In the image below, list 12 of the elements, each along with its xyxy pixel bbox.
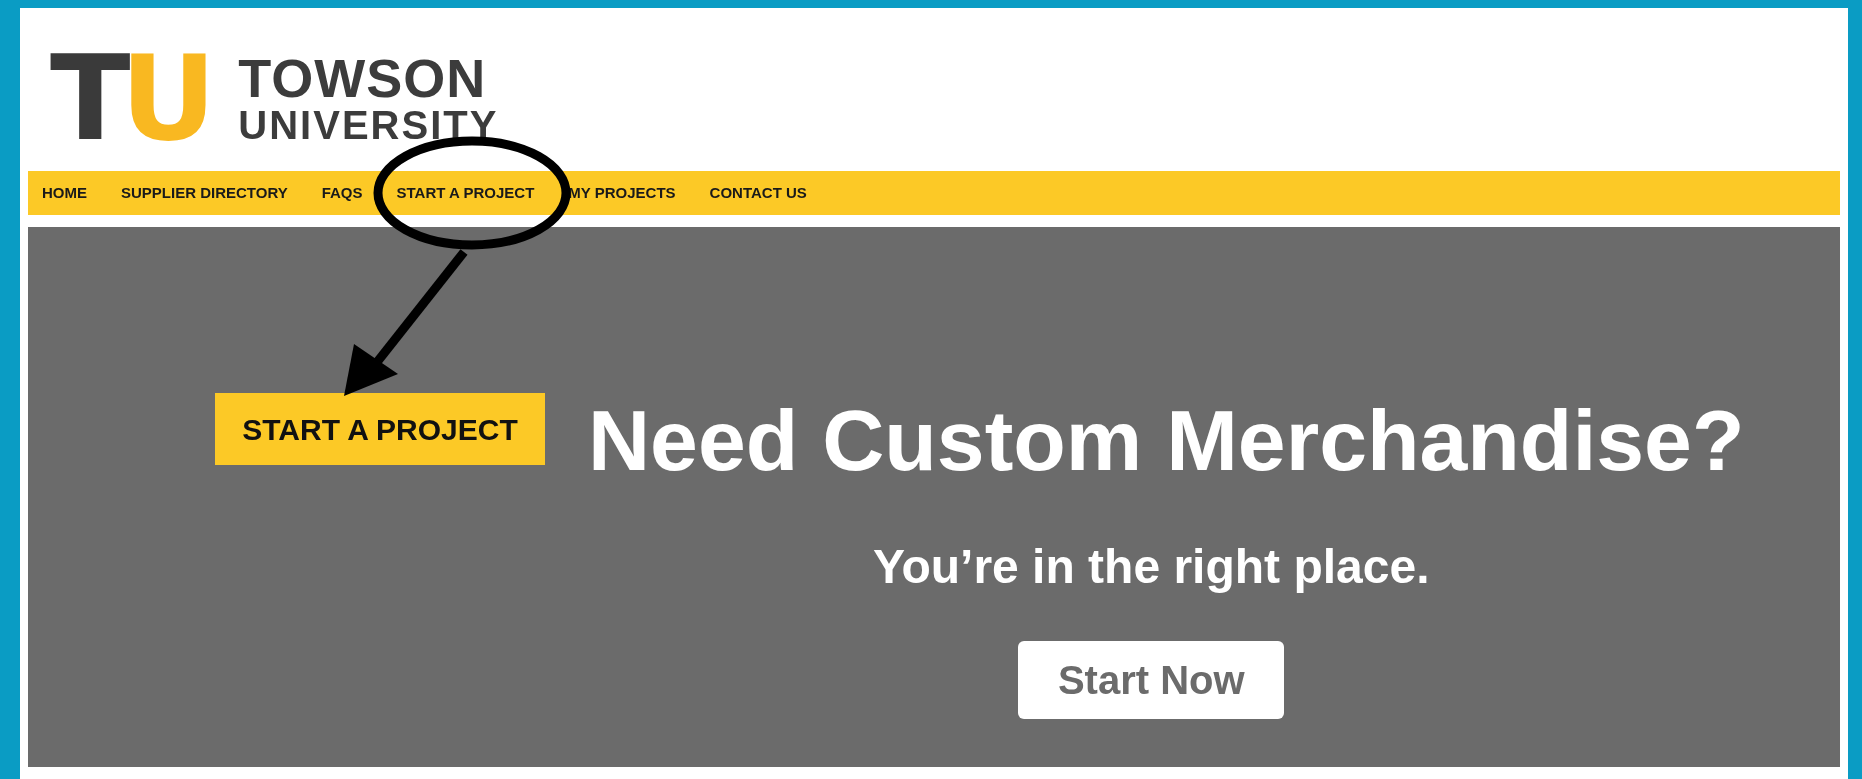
logo-title: TOWSON <box>238 51 488 105</box>
nav-link[interactable]: FAQS <box>321 181 363 205</box>
hero-subheading: You’re in the right place. <box>872 539 1430 595</box>
start-now-button[interactable]: Start Now <box>1018 641 1285 719</box>
nav-link[interactable]: HOME <box>42 181 87 205</box>
nav-link[interactable]: SUPPLIER DIRECTORY <box>121 181 288 205</box>
callout-label: START A PROJECT <box>215 393 545 465</box>
logo-letter: T <box>50 39 121 157</box>
nav-link[interactable]: CONTACT US <box>709 181 807 205</box>
hero-heading: Need Custom Merchandise? <box>588 397 1745 483</box>
nav-link[interactable]: START A PROJECT <box>396 181 535 205</box>
logo-subtitle: UNIVERSITY <box>238 105 499 145</box>
